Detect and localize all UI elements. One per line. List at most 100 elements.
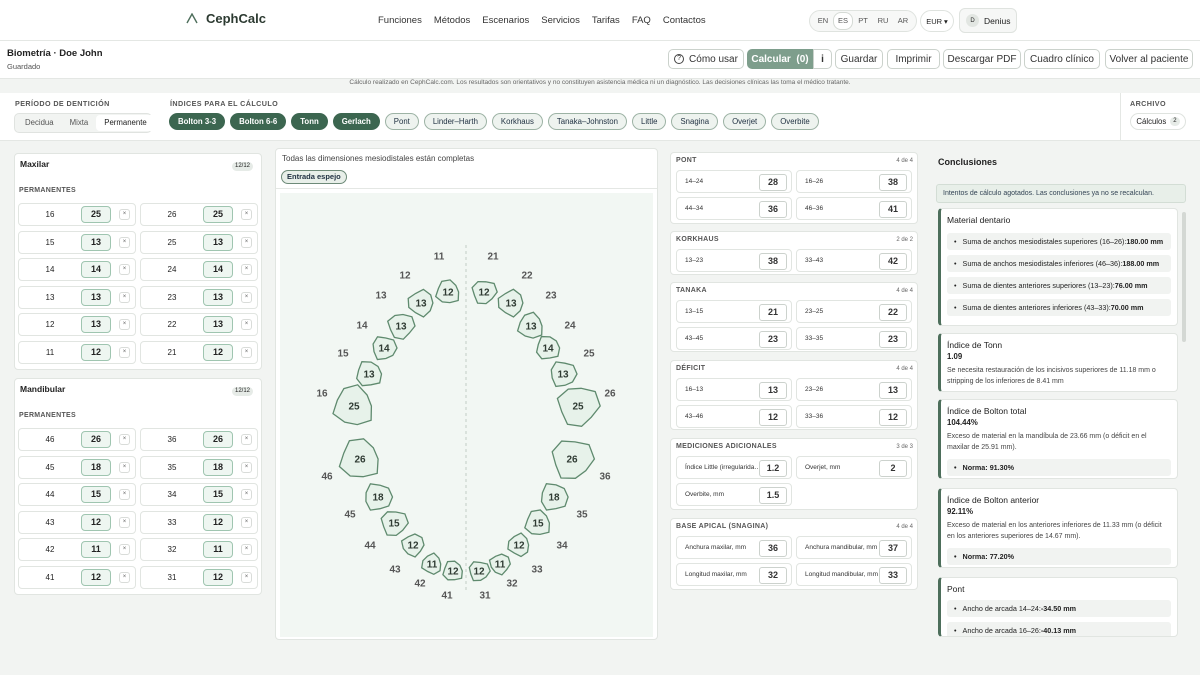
clear-icon[interactable]: × (241, 489, 252, 500)
measurement-input[interactable]: 21 (759, 304, 787, 321)
tooth-width-input[interactable]: 12 (81, 343, 111, 361)
print-button[interactable]: Imprimir (887, 49, 940, 69)
index-chip-linder-harth[interactable]: Linder–Harth (423, 113, 487, 130)
measurement-input[interactable]: 38 (879, 174, 907, 191)
lang-es[interactable]: ES (833, 12, 853, 30)
clear-icon[interactable]: × (241, 264, 252, 275)
index-chip-pont[interactable]: Pont (384, 113, 419, 130)
measurement-input[interactable]: 23 (879, 331, 907, 348)
tooth-width-input[interactable]: 13 (81, 316, 111, 333)
index-chip-korkhaus[interactable]: Korkhaus (491, 113, 543, 130)
nav-link-faq[interactable]: FAQ (632, 15, 651, 26)
measurement-input[interactable]: 1.5 (759, 487, 787, 504)
dentition-option-permanente[interactable]: Permanente (96, 115, 155, 131)
calculations-archive-button[interactable]: Cálculos 2 (1130, 113, 1186, 130)
nav-link-funciones[interactable]: Funciones (378, 15, 422, 26)
tooth-width-input[interactable]: 14 (203, 261, 233, 278)
nav-link-metodos[interactable]: Métodos (434, 15, 470, 26)
tooth-width-input[interactable]: 13 (203, 316, 233, 333)
tooth-width-input[interactable]: 12 (81, 568, 111, 586)
measurement-input[interactable]: 33 (879, 567, 907, 584)
nav-link-servicios[interactable]: Servicios (541, 15, 580, 26)
tooth-width-input[interactable]: 12 (203, 343, 233, 361)
measurement-input[interactable]: 32 (759, 567, 787, 584)
tooth-width-input[interactable]: 13 (203, 288, 233, 306)
tooth-width-input[interactable]: 15 (81, 486, 111, 503)
clear-icon[interactable]: × (119, 209, 130, 220)
tooth-width-input[interactable]: 13 (81, 233, 111, 251)
clear-icon[interactable]: × (241, 291, 252, 303)
lang-en[interactable]: EN (813, 13, 833, 29)
measurement-input[interactable]: 38 (759, 253, 787, 270)
clear-icon[interactable]: × (119, 291, 130, 303)
measurement-input[interactable]: 37 (879, 540, 907, 557)
index-chip-gerlach[interactable]: Gerlach (332, 113, 380, 130)
measurement-input[interactable]: 12 (759, 409, 787, 426)
measurement-input[interactable]: 36 (759, 540, 787, 557)
tooth-width-input[interactable]: 26 (81, 431, 111, 448)
clear-icon[interactable]: × (119, 264, 130, 275)
clear-icon[interactable]: × (119, 434, 130, 445)
clear-icon[interactable]: × (119, 461, 130, 473)
measurement-input[interactable]: 2 (879, 460, 907, 477)
nav-link-contactos[interactable]: Contactos (663, 15, 706, 26)
clear-icon[interactable]: × (241, 544, 252, 555)
measurement-input[interactable]: 36 (759, 201, 787, 218)
clear-icon[interactable]: × (241, 346, 252, 358)
tooth-width-input[interactable]: 12 (203, 568, 233, 586)
tooth-width-input[interactable]: 11 (81, 541, 111, 558)
measurement-input[interactable]: 22 (879, 304, 907, 321)
tooth-width-input[interactable]: 12 (81, 513, 111, 531)
clear-icon[interactable]: × (119, 236, 130, 248)
tooth-width-input[interactable]: 14 (81, 261, 111, 278)
how-to-use-button[interactable]: ? Cómo usar (668, 49, 744, 69)
index-chip-overbite[interactable]: Overbite (771, 113, 819, 130)
lang-ru[interactable]: RU (873, 13, 893, 29)
download-pdf-button[interactable]: Descargar PDF (943, 49, 1021, 69)
clear-icon[interactable]: × (241, 571, 252, 583)
index-chip-bolton-3-3[interactable]: Bolton 3-3 (169, 113, 226, 130)
clear-icon[interactable]: × (119, 544, 130, 555)
measurement-input[interactable]: 13 (879, 382, 907, 399)
clear-icon[interactable]: × (241, 516, 252, 528)
user-menu[interactable]: D Denius (959, 8, 1017, 33)
brand-logo[interactable]: CephCalc (186, 11, 266, 26)
index-chip-tonn[interactable]: Tonn (291, 113, 328, 130)
calculate-button[interactable]: Calcular (0) (747, 49, 813, 69)
measurement-input[interactable]: 12 (879, 409, 907, 426)
measurement-input[interactable]: 23 (759, 331, 787, 348)
clear-icon[interactable]: × (119, 516, 130, 528)
clear-icon[interactable]: × (119, 346, 130, 358)
lang-pt[interactable]: PT (853, 13, 873, 29)
clear-icon[interactable]: × (119, 571, 130, 583)
tooth-width-input[interactable]: 18 (203, 458, 233, 476)
calc-info-button[interactable]: i (813, 49, 832, 69)
save-button[interactable]: Guardar (835, 49, 883, 69)
clear-icon[interactable]: × (241, 461, 252, 473)
lang-ar[interactable]: AR (893, 13, 913, 29)
tooth-width-input[interactable]: 26 (203, 431, 233, 448)
index-chip-snagina[interactable]: Snagina (671, 113, 719, 130)
clear-icon[interactable]: × (119, 489, 130, 500)
dentition-option-mixta[interactable]: Mixta (62, 115, 97, 131)
mirror-input-toggle[interactable]: Entrada espejo (281, 170, 347, 184)
nav-link-escenarios[interactable]: Escenarios (482, 15, 529, 26)
clear-icon[interactable]: × (119, 319, 130, 330)
clinical-picture-button[interactable]: Cuadro clínico (1024, 49, 1100, 69)
tooth-width-input[interactable]: 18 (81, 458, 111, 476)
nav-link-tarifas[interactable]: Tarifas (592, 15, 620, 26)
back-to-patient-button[interactable]: Volver al paciente (1105, 49, 1193, 69)
tooth-width-input[interactable]: 11 (203, 541, 233, 558)
clear-icon[interactable]: × (241, 434, 252, 445)
tooth-width-input[interactable]: 25 (203, 206, 233, 223)
measurement-input[interactable]: 13 (759, 382, 787, 399)
index-chip-bolton-6-6[interactable]: Bolton 6-6 (230, 113, 287, 130)
clear-icon[interactable]: × (241, 236, 252, 248)
measurement-input[interactable]: 28 (759, 174, 787, 191)
tooth-width-input[interactable]: 25 (81, 206, 111, 223)
currency-select[interactable]: EUR ▾ (920, 10, 954, 32)
tooth-width-input[interactable]: 12 (203, 513, 233, 531)
clear-icon[interactable]: × (241, 209, 252, 220)
tooth-width-input[interactable]: 15 (203, 486, 233, 503)
tooth-width-input[interactable]: 13 (203, 233, 233, 251)
